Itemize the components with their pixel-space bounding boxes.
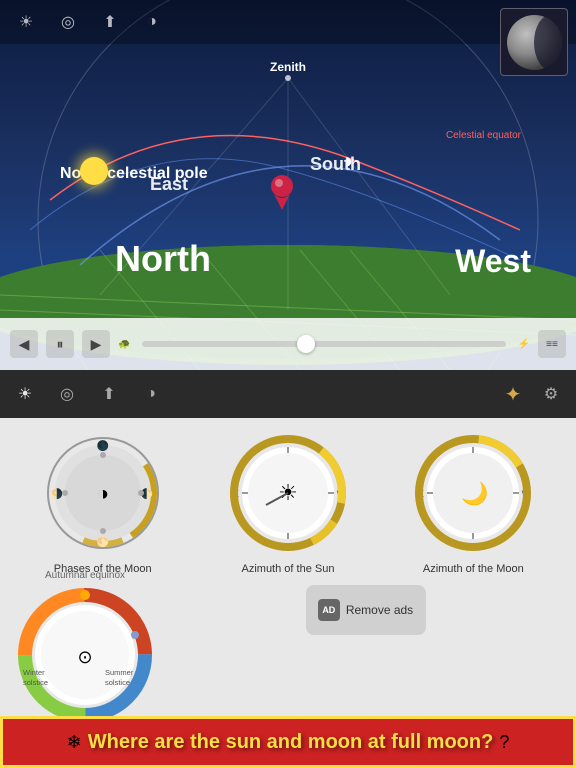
annual-title: Autumnal equinox: [45, 570, 125, 581]
remove-ads-button[interactable]: AD Remove ads: [306, 585, 426, 635]
location-icon[interactable]: ⬆: [96, 8, 124, 36]
moon-phases-dial[interactable]: 🌑 🌓 🌕 🌗 ◑: [43, 433, 163, 553]
annual-section: Autumnal equinox: [0, 580, 576, 730]
moon-thumbnail[interactable]: [500, 8, 568, 76]
svg-text:🌙: 🌙: [462, 481, 489, 507]
svg-text:☀: ☀: [278, 480, 298, 505]
playback-controls: ◀ ⏸ ▶ 🐢 ⚡ ≡≡: [0, 318, 576, 370]
south-label: South: [310, 154, 361, 175]
sun-mode-icon[interactable]: ☀: [12, 8, 40, 36]
speed-fast-icon: ⚡: [518, 339, 530, 350]
svg-text:🌗: 🌗: [50, 487, 62, 500]
svg-text:Winter: Winter: [23, 668, 45, 677]
banner-text: Where are the sun and moon at full moon?: [88, 731, 494, 754]
sun-azimuth-label: Azimuth of the Sun: [242, 563, 335, 575]
speed-thumb: [297, 335, 315, 353]
speed-slow-icon: 🐢: [118, 339, 130, 350]
settings-small-button[interactable]: ≡≡: [538, 330, 566, 358]
toolbar-circle-icon[interactable]: ◎: [54, 381, 80, 407]
toolbar: ☀ ◎ ⬆ ◑ ✦ ⚙: [0, 370, 576, 418]
sun-azimuth-dial-container: S W E ☀: [228, 433, 348, 575]
annual-right: AD Remove ads: [170, 585, 561, 635]
svg-text:🌑: 🌑: [96, 439, 108, 452]
north-label: North: [115, 238, 211, 280]
moon-azimuth-label: Azimuth of the Moon: [423, 563, 524, 575]
svg-text:◑: ◑: [97, 483, 109, 505]
moon-phases-dial-container: 🌑 🌓 🌕 🌗 ◑ Phases of the Moon: [43, 433, 163, 575]
moon-phase-image: [507, 15, 562, 70]
speed-slider[interactable]: [142, 334, 505, 354]
toolbar-moon-icon[interactable]: ◑: [138, 381, 164, 407]
camera-icon[interactable]: ◎: [54, 8, 82, 36]
speed-track: [142, 341, 505, 347]
moon-azimuth-dial-container: S W E 🌙: [413, 433, 533, 575]
moon-mode-icon[interactable]: ◑: [138, 8, 166, 36]
prev-button[interactable]: ◀: [10, 330, 38, 358]
toolbar-sun-icon[interactable]: ☀: [12, 381, 38, 407]
svg-text:Summer: Summer: [105, 668, 134, 677]
toolbar-right-icons: ✦ ⚙: [500, 381, 564, 407]
next-button[interactable]: ▶: [82, 330, 110, 358]
moon-azimuth-dial[interactable]: S W E 🌙: [413, 433, 533, 553]
svg-text:solstice: solstice: [23, 678, 48, 687]
annual-dial[interactable]: Winter solstice Summer solstice ⊙: [15, 585, 155, 725]
toolbar-sun-glow-icon[interactable]: ✦: [500, 381, 526, 407]
svg-text:⊙: ⊙: [77, 647, 92, 667]
sky-view: ☀ ◎ ⬆ ◑ Zen: [0, 0, 576, 370]
sun-object: [80, 157, 108, 185]
observer-pin: [270, 174, 294, 215]
east-label: East: [150, 174, 188, 195]
pause-button[interactable]: ⏸: [46, 330, 74, 358]
bottom-panel: 🌑 🌓 🌕 🌗 ◑ Phases of the Moon: [0, 418, 576, 768]
toolbar-arrow-icon[interactable]: ⬆: [96, 381, 122, 407]
ad-badge: AD: [318, 599, 340, 621]
banner-left-icon: ❄: [67, 732, 82, 753]
remove-ads-label: Remove ads: [346, 603, 413, 617]
toolbar-gear-icon[interactable]: ⚙: [538, 381, 564, 407]
bottom-banner: ❄ Where are the sun and moon at full moo…: [0, 716, 576, 768]
west-label: West: [455, 243, 531, 280]
top-icon-bar: ☀ ◎ ⬆ ◑: [0, 0, 576, 44]
svg-text:solstice: solstice: [105, 678, 130, 687]
zenith-label: Zenith: [270, 60, 306, 74]
banner-right-icon: ?: [499, 732, 509, 753]
sun-azimuth-dial[interactable]: S W E ☀: [228, 433, 348, 553]
svg-text:🌕: 🌕: [96, 535, 108, 548]
toolbar-left-icons: ☀ ◎ ⬆ ◑: [12, 381, 164, 407]
celestial-equator-label: Celestial equator: [446, 130, 521, 141]
dials-row: 🌑 🌓 🌕 🌗 ◑ Phases of the Moon: [0, 418, 576, 580]
